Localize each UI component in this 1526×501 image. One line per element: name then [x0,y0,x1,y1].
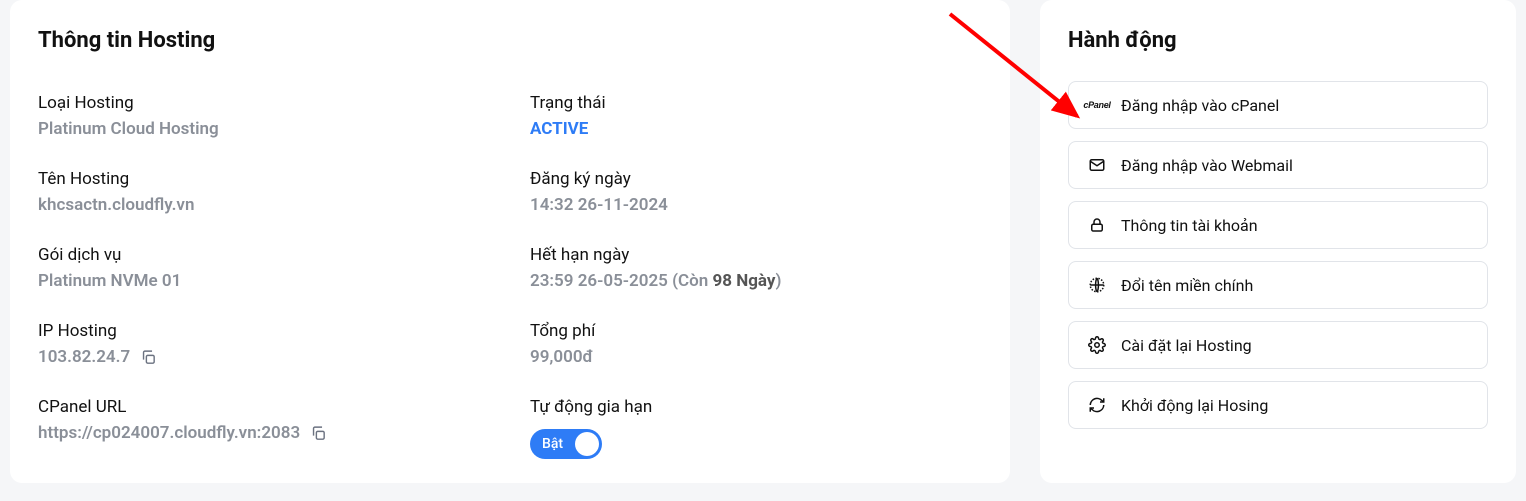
label: Tổng phí [530,321,982,341]
action-label: Cài đặt lại Hosting [1121,336,1252,355]
expiry-prefix: 23:59 26-05-2025 (Còn [530,271,712,291]
field-hosting-type: Loại Hosting Platinum Cloud Hosting [38,93,490,139]
login-webmail-button[interactable]: Đăng nhập vào Webmail [1068,141,1488,189]
action-label: Đăng nhập vào Webmail [1121,156,1293,175]
value: 99,000đ [530,347,982,367]
value: https://cp024007.cloudfly.vn:2083 [38,423,490,443]
label: Gói dịch vụ [38,245,490,265]
refresh-icon [1087,395,1107,415]
change-domain-button[interactable]: Đổi tên miền chính [1068,261,1488,309]
field-registered-date: Đăng ký ngày 14:32 26-11-2024 [530,169,982,215]
expiry-suffix: ) [775,271,781,291]
value: 103.82.24.7 [38,347,490,367]
cpanel-url-value: https://cp024007.cloudfly.vn:2083 [38,423,300,443]
actions-card: Hành động cPanel Đăng nhập vào cPanel Đă… [1040,0,1516,483]
cpanel-icon: cPanel [1087,95,1107,115]
field-status: Trạng thái ACTIVE [530,93,982,139]
label: Trạng thái [530,93,982,113]
account-info-button[interactable]: Thông tin tài khoản [1068,201,1488,249]
globe-icon [1087,275,1107,295]
hosting-info-title: Thông tin Hosting [38,28,982,53]
toggle-label: Bật [542,436,563,452]
label: CPanel URL [38,397,490,417]
status-badge: ACTIVE [530,119,982,139]
field-expiry-date: Hết hạn ngày 23:59 26-05-2025 (Còn 98 Ng… [530,245,982,291]
value: khcsactn.cloudfly.vn [38,195,490,215]
restart-hosting-button[interactable]: Khởi động lại Hosing [1068,381,1488,429]
label: Tự động gia hạn [530,397,982,417]
gear-icon [1087,335,1107,355]
copy-ip-icon[interactable] [140,349,157,366]
lock-icon [1087,215,1107,235]
label: Loại Hosting [38,93,490,113]
field-cpanel-url: CPanel URL https://cp024007.cloudfly.vn:… [38,397,490,459]
toggle-knob [575,432,599,456]
actions-title: Hành động [1068,28,1488,53]
login-cpanel-button[interactable]: cPanel Đăng nhập vào cPanel [1068,81,1488,129]
field-total-fee: Tổng phí 99,000đ [530,321,982,367]
label: IP Hosting [38,321,490,341]
value: Platinum Cloud Hosting [38,119,490,139]
action-label: Thông tin tài khoản [1121,216,1258,235]
value: 14:32 26-11-2024 [530,195,982,215]
action-label: Khởi động lại Hosing [1121,396,1268,415]
field-ip-hosting: IP Hosting 103.82.24.7 [38,321,490,367]
ip-value: 103.82.24.7 [38,347,130,367]
auto-renew-toggle[interactable]: Bật [530,429,602,459]
mail-icon [1087,155,1107,175]
reinstall-hosting-button[interactable]: Cài đặt lại Hosting [1068,321,1488,369]
copy-cpanel-url-icon[interactable] [310,425,327,442]
action-label: Đổi tên miền chính [1121,276,1253,295]
label: Đăng ký ngày [530,169,982,189]
label: Hết hạn ngày [530,245,982,265]
info-grid: Loại Hosting Platinum Cloud Hosting Trạn… [38,93,982,459]
field-service-plan: Gói dịch vụ Platinum NVMe 01 [38,245,490,291]
value: 23:59 26-05-2025 (Còn 98 Ngày) [530,271,982,291]
expiry-days: 98 Ngày [712,271,775,291]
value: Platinum NVMe 01 [38,271,490,291]
action-label: Đăng nhập vào cPanel [1121,96,1279,115]
field-hosting-name: Tên Hosting khcsactn.cloudfly.vn [38,169,490,215]
label: Tên Hosting [38,169,490,189]
hosting-info-card: Thông tin Hosting Loại Hosting Platinum … [10,0,1010,483]
field-auto-renew: Tự động gia hạn Bật [530,397,982,459]
